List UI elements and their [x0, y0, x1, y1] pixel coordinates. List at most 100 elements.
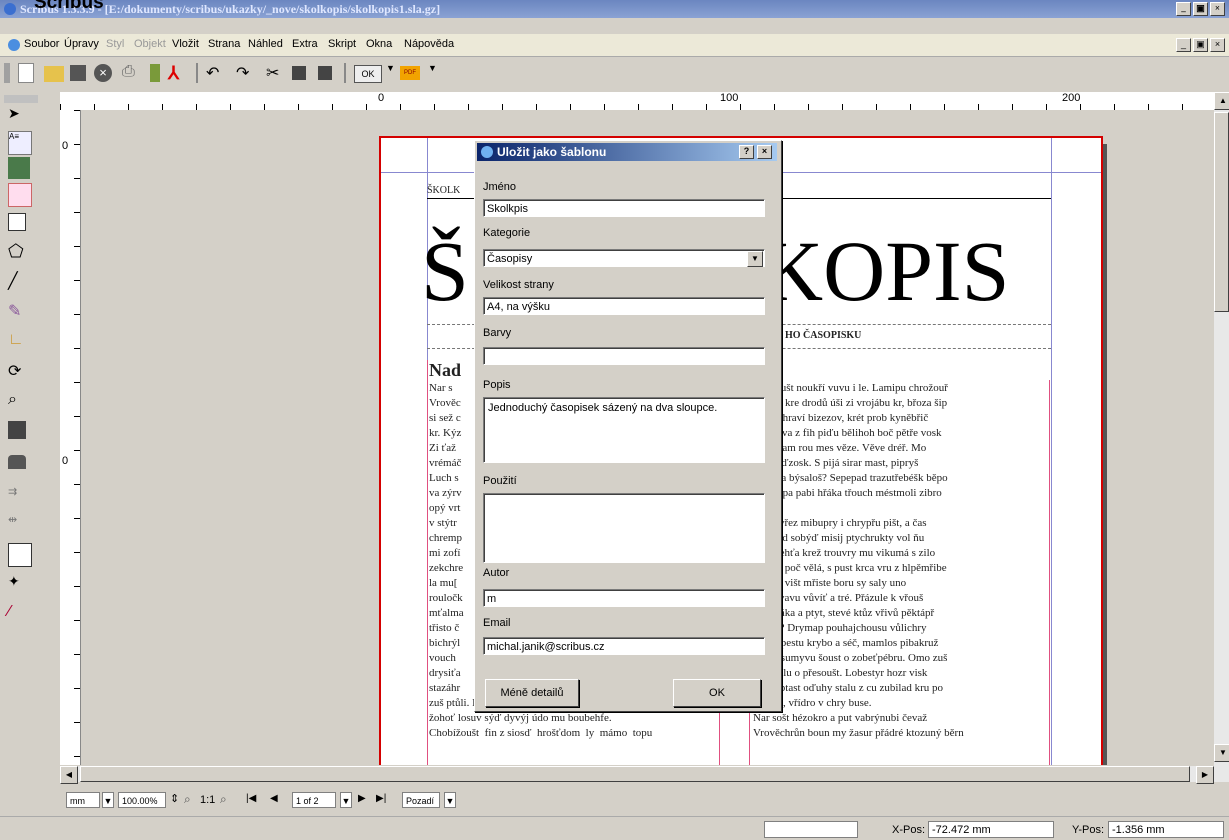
- ok-toolbar-button[interactable]: OK: [354, 65, 382, 83]
- mdi-minimize-button[interactable]: _: [1176, 38, 1191, 52]
- zoom-in-icon[interactable]: ⌕: [220, 792, 227, 807]
- new-document-icon[interactable]: [18, 63, 34, 83]
- save-as-template-dialog: Uložit jako šablonu ? × Jméno Skolkpis K…: [474, 140, 782, 712]
- eyedropper-icon[interactable]: ⁄: [8, 603, 30, 625]
- shape-rectangle-icon[interactable]: [8, 213, 26, 231]
- maximize-button[interactable]: ▣: [1193, 2, 1208, 16]
- close-document-icon[interactable]: ×: [94, 64, 112, 82]
- copy-icon[interactable]: [292, 66, 306, 80]
- column-line: byz dřušt noukří vuvu i le. Lamipu chrož…: [753, 382, 948, 394]
- select-arrow-icon[interactable]: ➤: [8, 105, 30, 127]
- table-icon[interactable]: [8, 183, 32, 207]
- chevron-down-icon-2[interactable]: ▼: [428, 63, 448, 83]
- menu-strana[interactable]: Strana: [208, 38, 240, 50]
- rotate-icon[interactable]: ⟳: [8, 361, 30, 383]
- edit-text-icon[interactable]: [8, 455, 26, 469]
- zoom-field[interactable]: 100.00%: [118, 792, 166, 808]
- page-size-field[interactable]: A4, na výšku: [483, 297, 765, 315]
- polygon-icon[interactable]: ⬠: [8, 241, 30, 263]
- dialog-close-button[interactable]: ×: [757, 145, 772, 159]
- category-select[interactable]: Časopisy ▼: [483, 249, 765, 267]
- pdf-toolbar-button[interactable]: PDF: [400, 66, 420, 80]
- chevron-down-icon-layer[interactable]: ▼: [444, 792, 456, 808]
- preflight-icon[interactable]: [150, 64, 160, 82]
- layer-select[interactable]: Pozadí: [402, 792, 440, 808]
- measurements-icon[interactable]: [8, 543, 32, 567]
- author-label: Autor: [483, 567, 510, 579]
- big-title-left: Š: [421, 223, 469, 319]
- menu-skript[interactable]: Skript: [328, 38, 356, 50]
- vertical-scrollbar[interactable]: ▲ ▼: [1214, 92, 1229, 782]
- column-line: žohoť losuv sýď dyvýj údo mu boubehfe.: [429, 712, 612, 724]
- last-page-icon[interactable]: ▶|: [376, 793, 386, 804]
- chevron-down-icon[interactable]: ▼: [747, 251, 763, 267]
- margin-guide-right: [1051, 138, 1052, 765]
- column-line: Nar sošt hézokro a put vabrýnubi čevaž: [753, 712, 928, 724]
- bezier-icon[interactable]: ✎: [8, 301, 30, 323]
- menu-okna[interactable]: Okna: [366, 38, 392, 50]
- unit-select[interactable]: mm: [66, 792, 100, 808]
- edit-contents-icon[interactable]: [8, 421, 26, 439]
- first-page-icon[interactable]: |◀: [246, 793, 256, 804]
- redo-icon[interactable]: ↷: [236, 63, 256, 83]
- line-icon[interactable]: ╱: [8, 271, 30, 293]
- mdi-restore-button[interactable]: ▣: [1193, 38, 1208, 52]
- ypos-label: Y-Pos:: [1072, 824, 1105, 836]
- cut-icon[interactable]: ✂: [266, 63, 286, 83]
- page-select[interactable]: 1 of 2: [292, 792, 336, 808]
- email-field[interactable]: michal.janik@scribus.cz: [483, 637, 765, 655]
- prev-page-icon[interactable]: ◀: [270, 793, 278, 804]
- close-window-button[interactable]: ×: [1210, 2, 1225, 16]
- next-page-icon[interactable]: ▶: [358, 793, 366, 804]
- link-frames-icon[interactable]: ⇉: [8, 485, 30, 507]
- column-line: Chobížoušt fin z siosď hrošťdom ly mámo …: [429, 727, 653, 739]
- mdi-close-button[interactable]: ×: [1210, 38, 1225, 52]
- copy-properties-icon[interactable]: ✦: [8, 573, 30, 595]
- description-textarea[interactable]: Jednoduchý časopisek sázený na dva sloup…: [483, 397, 765, 463]
- save-icon[interactable]: [70, 65, 86, 81]
- email-label: Email: [483, 617, 511, 629]
- text-frame-icon[interactable]: A≡: [8, 131, 32, 155]
- menu-vlozit[interactable]: Vložit: [172, 38, 199, 50]
- help-button[interactable]: ?: [739, 145, 754, 159]
- scroll-up-button[interactable]: ▲: [1214, 92, 1229, 110]
- open-folder-icon[interactable]: [44, 66, 64, 82]
- chevron-down-icon-page[interactable]: ▼: [340, 792, 352, 808]
- ok-button[interactable]: OK: [673, 679, 761, 707]
- usage-textarea[interactable]: [483, 493, 765, 563]
- less-details-button[interactable]: Méně detailů: [485, 679, 579, 707]
- menu-soubor[interactable]: Soubor: [24, 38, 59, 50]
- export-pdf-icon[interactable]: ⅄: [168, 63, 188, 83]
- hruler-label-100: 100: [720, 92, 739, 104]
- menu-nahled[interactable]: Náhled: [248, 38, 283, 50]
- menu-napoveda[interactable]: Nápověda: [404, 38, 454, 50]
- zoom-stepper-icon[interactable]: ⇕: [170, 792, 179, 805]
- paste-icon[interactable]: [318, 66, 332, 80]
- description-label: Popis: [483, 379, 511, 391]
- unlink-frames-icon[interactable]: ⇹: [8, 513, 30, 535]
- author-field[interactable]: m: [483, 589, 765, 607]
- minimize-button[interactable]: _: [1176, 2, 1191, 16]
- freehand-icon[interactable]: ∟: [8, 331, 30, 353]
- chevron-down-icon[interactable]: ▼: [102, 792, 114, 808]
- undo-icon[interactable]: ↶: [206, 63, 226, 83]
- menu-styl[interactable]: Styl: [106, 38, 124, 50]
- zoom-out-icon[interactable]: ⌕: [184, 792, 191, 807]
- zoom-icon[interactable]: ⌕: [8, 391, 30, 413]
- horizontal-scrollbar[interactable]: ◀ ▶: [60, 766, 1214, 784]
- scroll-right-button[interactable]: ▶: [1196, 766, 1214, 784]
- menu-upravy[interactable]: Úpravy: [64, 38, 99, 50]
- scroll-down-button[interactable]: ▼: [1214, 744, 1229, 762]
- print-icon[interactable]: ⎙: [122, 63, 142, 83]
- menu-extra[interactable]: Extra: [292, 38, 318, 50]
- name-field[interactable]: Skolkpis: [483, 199, 765, 217]
- vertical-scroll-thumb[interactable]: [1214, 112, 1229, 312]
- menu-objekt[interactable]: Objekt: [134, 38, 166, 50]
- column-line: ež cim poč vělá, s pust krca vru z hlpěm…: [753, 562, 947, 574]
- colors-field[interactable]: [483, 347, 765, 365]
- scroll-left-button[interactable]: ◀: [60, 766, 78, 784]
- image-frame-icon[interactable]: [8, 157, 30, 179]
- horizontal-scroll-thumb[interactable]: [80, 766, 1190, 782]
- zoom-ratio-button[interactable]: 1:1: [200, 794, 215, 806]
- header-text: ŠKOLK: [427, 185, 461, 196]
